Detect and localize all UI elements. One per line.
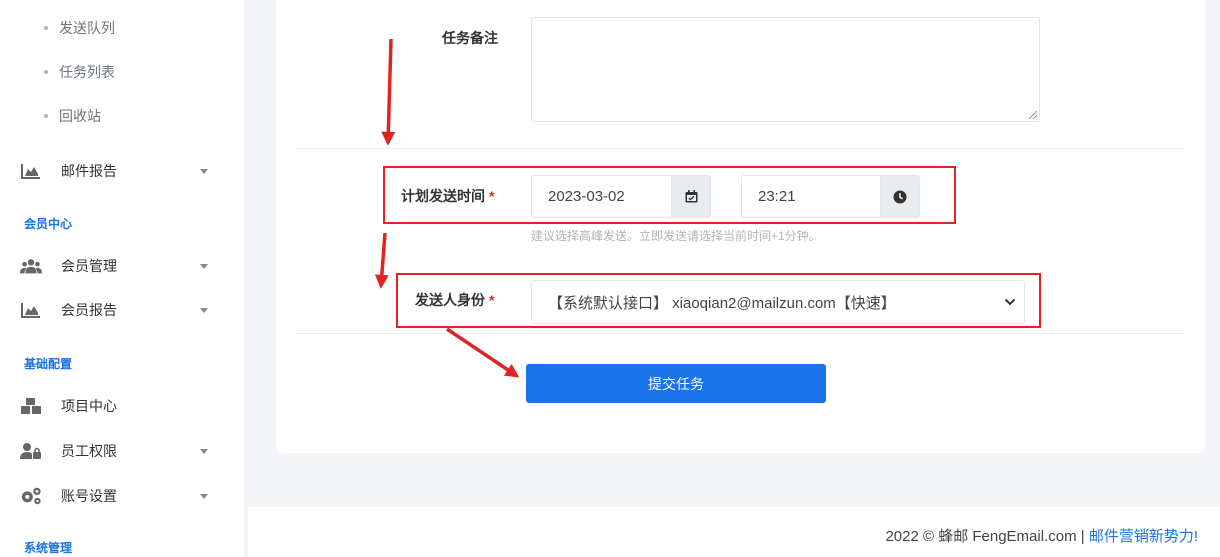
caret-down-icon <box>200 169 208 174</box>
sidebar-item-label: 邮件报告 <box>61 163 117 179</box>
resize-handle-icon[interactable] <box>1029 111 1037 119</box>
footer: 2022 © 蜂邮 FengEmail.com | 邮件营销新势力! <box>248 507 1220 557</box>
section-title-member-center: 会员中心 <box>24 217 73 231</box>
sidebar-item-label: 会员管理 <box>61 258 117 274</box>
bullet-icon <box>44 70 48 74</box>
submit-task-button[interactable]: 提交任务 <box>526 364 826 403</box>
divider <box>296 333 1185 334</box>
remark-textarea[interactable] <box>531 17 1040 122</box>
footer-separator: | <box>1080 528 1085 545</box>
sidebar-item-label: 账号设置 <box>61 488 117 504</box>
divider <box>296 148 1185 149</box>
sidebar-item-label: 员工权限 <box>61 443 117 459</box>
caret-down-icon <box>200 494 208 499</box>
caret-down-icon <box>200 449 208 454</box>
highlight-box-schedule <box>383 166 956 224</box>
users-icon <box>20 257 42 275</box>
caret-down-icon <box>200 264 208 269</box>
sidebar-item-account-settings[interactable]: 账号设置 <box>20 484 210 508</box>
sidebar-subitem-task-list[interactable]: 任务列表 <box>44 62 115 82</box>
caret-down-icon <box>200 308 208 313</box>
chart-area-icon <box>20 301 42 319</box>
bullet-icon <box>44 114 48 118</box>
sidebar: 发送队列 任务列表 回收站 邮件报告 会员中心 会员管理 会员报告 基础配置 项… <box>0 0 244 557</box>
section-title-basic-config: 基础配置 <box>24 357 73 371</box>
sidebar-subitem-send-queue[interactable]: 发送队列 <box>44 18 115 38</box>
sidebar-item-project-center[interactable]: 项目中心 <box>20 394 210 418</box>
chart-area-icon <box>20 162 42 180</box>
footer-text: 2022 © 蜂邮 FengEmail.com | 邮件营销新势力! <box>885 525 1198 546</box>
schedule-hint: 建议选择高峰发送。立即发送请选择当前时间+1分钟。 <box>531 229 821 243</box>
remark-label: 任务备注 <box>442 30 498 46</box>
sidebar-item-label: 项目中心 <box>61 398 117 414</box>
sidebar-subitem-label: 回收站 <box>59 108 101 124</box>
footer-slogan-link[interactable]: 邮件营销新势力! <box>1089 528 1198 545</box>
user-lock-icon <box>20 442 42 460</box>
highlight-box-sender <box>396 273 1041 328</box>
sidebar-item-member-management[interactable]: 会员管理 <box>20 254 210 278</box>
sidebar-subitem-recycle-bin[interactable]: 回收站 <box>44 106 101 126</box>
bullet-icon <box>44 26 48 30</box>
sidebar-item-staff-permissions[interactable]: 员工权限 <box>20 439 210 463</box>
sidebar-item-mail-report[interactable]: 邮件报告 <box>20 159 210 183</box>
boxes-icon <box>20 397 42 415</box>
sidebar-subitem-label: 发送队列 <box>59 20 115 36</box>
sidebar-item-label: 会员报告 <box>61 302 117 318</box>
task-form-card: 任务备注 计划发送时间 * 2023-03-02 23:21 建议选择高峰发送。立… <box>276 0 1205 453</box>
gears-icon <box>20 487 42 505</box>
footer-copyright: 2022 © 蜂邮 FengEmail.com <box>885 528 1077 545</box>
sidebar-item-member-report[interactable]: 会员报告 <box>20 298 210 322</box>
sidebar-subitem-label: 任务列表 <box>59 64 115 80</box>
section-title-system-admin: 系统管理 <box>24 541 73 555</box>
